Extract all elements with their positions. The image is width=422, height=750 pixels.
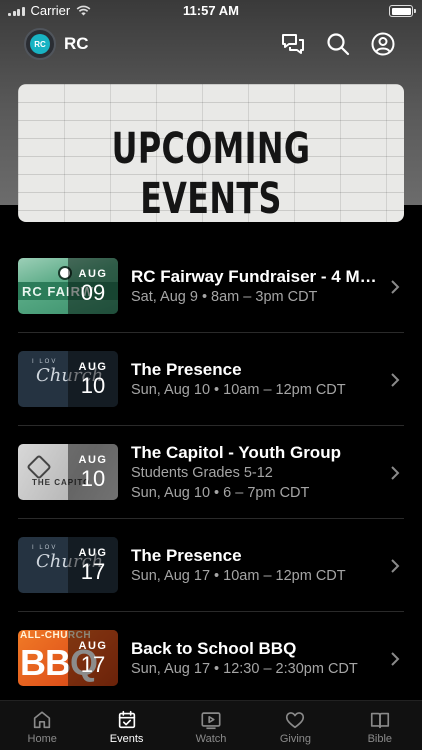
tab-label: Watch: [195, 733, 227, 745]
event-thumbnail: ALL-CHURCH BBQ AUG 17: [18, 630, 118, 686]
event-title: The Presence: [131, 360, 242, 379]
tab-home[interactable]: Home: [0, 701, 84, 750]
date-chip: AUG 10: [68, 444, 118, 500]
event-row[interactable]: RC FAIRW AUG 09 RC Fairway Fundraiser - …: [18, 240, 404, 333]
event-title: The Capitol - Youth Group: [131, 443, 341, 462]
date-chip: AUG 10: [68, 351, 118, 407]
event-time: Sat, Aug 9 • 8am – 3pm CDT: [131, 289, 318, 305]
tab-watch[interactable]: Watch: [169, 701, 253, 750]
event-row[interactable]: I LOV Church AUG 10 The Presence Sun, Au…: [18, 333, 404, 426]
tab-giving[interactable]: Giving: [253, 701, 337, 750]
event-thumbnail: RC FAIRW AUG 09: [18, 258, 118, 314]
status-bar: Carrier 11:57 AM: [0, 0, 422, 22]
event-title: RC Fairway Fundraiser - 4 Man Scramble: [131, 267, 380, 286]
event-thumbnail: THE CAPITO AUG 10: [18, 444, 118, 500]
chevron-right-icon: [391, 373, 400, 387]
banner-title: UPCOMING EVENTS: [111, 124, 311, 222]
event-time: Sun, Aug 10 • 10am – 12pm CDT: [131, 382, 346, 398]
event-title: Back to School BBQ: [131, 639, 297, 658]
battery-icon: [389, 5, 416, 17]
tab-events[interactable]: Events: [84, 701, 168, 750]
chevron-right-icon: [391, 559, 400, 573]
capitol-logo-icon: [26, 454, 52, 480]
event-thumbnail: I LOV Church AUG 17: [18, 537, 118, 593]
calendar-check-icon: [118, 710, 135, 729]
event-title: The Presence: [131, 546, 242, 565]
upcoming-events-banner: UPCOMING EVENTS: [18, 84, 404, 222]
logo-mark: RC: [30, 34, 50, 54]
tab-label: Events: [109, 733, 144, 745]
event-time: Sun, Aug 10 • 6 – 7pm CDT: [131, 485, 310, 501]
search-icon[interactable]: [325, 31, 351, 57]
tab-label: Home: [27, 733, 57, 745]
chat-icon[interactable]: [280, 31, 306, 57]
chevron-right-icon: [391, 652, 400, 666]
tab-bar: Home Events Watch Giving Bible: [0, 700, 422, 750]
tab-label: Bible: [367, 733, 393, 745]
heart-icon: [286, 712, 305, 729]
event-row[interactable]: ALL-CHURCH BBQ AUG 17 Back to School BBQ…: [18, 612, 404, 705]
event-time: Sun, Aug 17 • 10am – 12pm CDT: [131, 568, 346, 584]
chevron-right-icon: [391, 280, 400, 294]
date-chip: AUG 17: [68, 630, 118, 686]
chevron-right-icon: [391, 466, 400, 480]
home-icon: [34, 711, 51, 729]
event-row[interactable]: I LOV Church AUG 17 The Presence Sun, Au…: [18, 519, 404, 612]
date-chip: AUG 09: [68, 258, 118, 314]
event-thumbnail: I LOV Church AUG 10: [18, 351, 118, 407]
book-icon: [370, 712, 389, 729]
church-logo[interactable]: RC: [24, 28, 56, 60]
status-time: 11:57 AM: [183, 3, 239, 18]
event-time: Sun, Aug 17 • 12:30 – 2:30pm CDT: [131, 661, 358, 677]
app-title: RC: [64, 34, 89, 53]
tab-label: Giving: [279, 733, 312, 745]
events-list: RC FAIRW AUG 09 RC Fairway Fundraiser - …: [0, 240, 422, 705]
event-row[interactable]: THE CAPITO AUG 10 The Capitol - Youth Gr…: [18, 426, 404, 519]
tab-bible[interactable]: Bible: [338, 701, 422, 750]
app-header: RC RC: [0, 24, 422, 64]
date-chip: AUG 17: [68, 537, 118, 593]
play-icon: [201, 712, 221, 730]
event-description: Students Grades 5-12: [131, 465, 273, 481]
profile-icon[interactable]: [370, 31, 396, 57]
